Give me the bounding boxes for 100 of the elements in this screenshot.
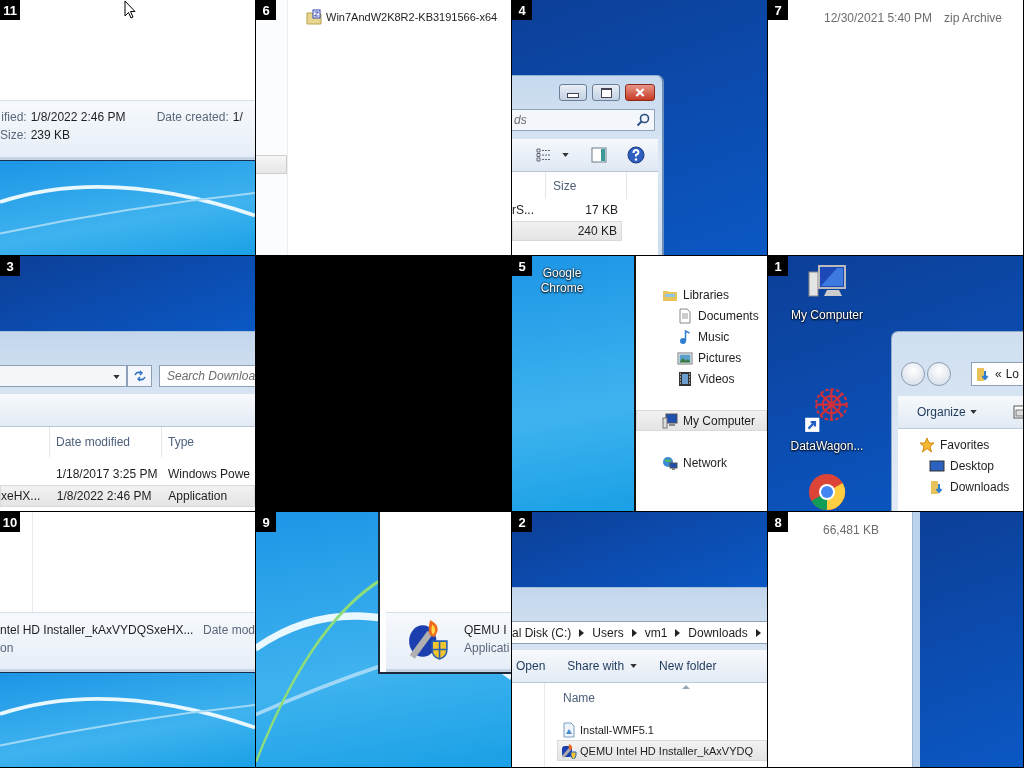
refresh-button[interactable] bbox=[127, 365, 152, 387]
breadcrumb-item[interactable]: vm1 bbox=[644, 625, 668, 640]
file-name: Install-WMF5.1 bbox=[580, 723, 654, 736]
breadcrumb-item[interactable]: Users bbox=[592, 625, 624, 640]
field-label: Date mod bbox=[203, 623, 255, 637]
file-row[interactable]: QEMU Intel HD Installer_kAxVYDQ bbox=[557, 740, 767, 761]
nav-item[interactable]: Videos bbox=[636, 368, 767, 389]
sort-arrow-icon bbox=[682, 685, 690, 689]
nav-item[interactable]: Network bbox=[636, 452, 767, 473]
film-icon bbox=[677, 370, 693, 387]
breadcrumb-item[interactable]: « bbox=[995, 367, 1002, 381]
nav-label: Videos bbox=[698, 371, 735, 386]
nav-label: Desktop bbox=[950, 458, 995, 473]
separator-arrow-icon[interactable] bbox=[579, 628, 585, 637]
caret-icon bbox=[562, 153, 569, 157]
file-row[interactable]: 1/18/2017 3:25 PM Windows Powe bbox=[0, 464, 255, 484]
file-date: 1/8/2022 2:46 PM bbox=[56, 489, 153, 503]
caret-icon bbox=[969, 410, 977, 414]
field-value: 1/8/2022 2:46 PM bbox=[30, 110, 127, 124]
separator-arrow-icon[interactable] bbox=[675, 628, 681, 637]
nav-label: Network bbox=[683, 455, 727, 470]
column-header[interactable]: Name bbox=[563, 691, 595, 705]
file-row[interactable]: 240 KB bbox=[512, 221, 622, 241]
search-icon bbox=[636, 113, 650, 127]
column-header[interactable]: Type bbox=[161, 427, 194, 457]
breadcrumb-item[interactable]: Lo bbox=[1005, 367, 1020, 381]
separator-arrow-icon[interactable] bbox=[631, 628, 637, 637]
file-date: 12/30/2021 5:40 PM bbox=[824, 11, 933, 25]
view-options-icon[interactable] bbox=[536, 148, 552, 162]
file-name: ntel HD Installer_kAxVYDQSxeHX... bbox=[0, 623, 194, 637]
file-type: Applicati bbox=[464, 641, 510, 655]
maximize-button[interactable] bbox=[592, 84, 620, 101]
field-label: Size: bbox=[0, 128, 27, 142]
minimize-button[interactable] bbox=[559, 84, 587, 101]
desktop-icon-label[interactable]: DataWagon... bbox=[790, 439, 864, 453]
download-folder-icon bbox=[929, 478, 945, 495]
column-header[interactable]: Date modified bbox=[49, 427, 161, 457]
preview-pane-icon[interactable] bbox=[591, 147, 607, 163]
breadcrumb-item[interactable]: Downloads bbox=[688, 625, 748, 640]
nav-item[interactable]: Desktop bbox=[898, 455, 1023, 476]
nav-item[interactable]: Pictures bbox=[636, 347, 767, 368]
scrollbar[interactable] bbox=[256, 155, 287, 174]
close-icon bbox=[635, 88, 645, 97]
breadcrumb-item[interactable]: al Disk (C:) bbox=[512, 625, 572, 640]
address-bar[interactable]: al Disk (C:) Users vm1 Downloads bbox=[512, 621, 767, 644]
desktop-icon-label[interactable]: My Computer bbox=[791, 308, 863, 322]
zip-file-icon bbox=[306, 9, 322, 25]
file-size: 66,481 KB bbox=[823, 523, 880, 537]
file-row[interactable]: Win7AndW2K8R2-KB3191566-x64 bbox=[306, 9, 498, 25]
toolbar-button[interactable]: Share with bbox=[567, 659, 638, 673]
caret-icon bbox=[113, 375, 120, 379]
refresh-icon bbox=[132, 369, 147, 383]
toolbar-button[interactable]: Open bbox=[516, 659, 546, 673]
tile-number: 8 bbox=[768, 512, 788, 532]
file-row[interactable]: Install-WMF5.1 bbox=[557, 719, 767, 740]
file-type: on bbox=[0, 641, 14, 655]
file-row[interactable]: rS... 17 KB bbox=[512, 200, 622, 220]
tile-number: 6 bbox=[256, 0, 276, 20]
search-field[interactable]: Search Downloa bbox=[159, 365, 255, 387]
nav-item[interactable]: Music bbox=[636, 326, 767, 347]
nav-label: Downloads bbox=[950, 479, 1010, 494]
tile-number: 2 bbox=[512, 512, 532, 532]
search-field[interactable]: ds bbox=[512, 109, 655, 131]
tile-number: 10 bbox=[0, 512, 20, 532]
file-name: QEMU I bbox=[464, 623, 507, 637]
installer-icon bbox=[561, 742, 577, 759]
nav-item[interactable]: My Computer bbox=[636, 410, 767, 431]
nav-label: Libraries bbox=[683, 287, 730, 302]
starburst-icon[interactable] bbox=[803, 385, 851, 433]
installer-icon bbox=[407, 618, 449, 660]
field-value: 1/ bbox=[232, 110, 243, 124]
caret-icon bbox=[630, 664, 638, 668]
tile-number: 7 bbox=[768, 0, 788, 20]
file-name: Win7AndW2K8R2-KB3191566-x64 bbox=[326, 11, 498, 23]
file-type: Windows Powe bbox=[168, 467, 252, 481]
organize-button[interactable]: Organize bbox=[917, 405, 977, 419]
desktop-icon bbox=[929, 457, 945, 474]
file-name: rS... bbox=[512, 203, 534, 217]
tile-number: 1 bbox=[768, 256, 788, 276]
field-label: Date created: bbox=[156, 110, 229, 124]
network-icon bbox=[662, 454, 678, 471]
field-label: ified: bbox=[1, 110, 27, 124]
nav-item[interactable]: Downloads bbox=[898, 476, 1023, 497]
help-icon[interactable] bbox=[627, 146, 645, 164]
star-icon bbox=[919, 436, 935, 453]
nav-item[interactable]: Favorites bbox=[898, 434, 1023, 455]
address-bar[interactable]: « Lo bbox=[971, 362, 1023, 386]
nav-item[interactable]: Libraries bbox=[636, 284, 767, 305]
tile-number: 4 bbox=[512, 0, 532, 20]
column-header[interactable]: Size bbox=[546, 178, 577, 193]
file-name: QEMU Intel HD Installer_kAxVYDQ bbox=[580, 744, 753, 757]
file-size: 240 KB bbox=[577, 224, 617, 238]
toolbar-button[interactable]: New folder bbox=[659, 659, 717, 673]
tile-number: 11 bbox=[0, 0, 20, 20]
separator-arrow-icon[interactable] bbox=[755, 628, 761, 637]
chrome-icon[interactable] bbox=[807, 472, 847, 511]
close-button[interactable] bbox=[625, 84, 655, 101]
nav-item[interactable]: Documents bbox=[636, 305, 767, 326]
file-row[interactable]: xeHX... 1/8/2022 2:46 PM Application bbox=[0, 485, 255, 507]
tile-number: 3 bbox=[0, 256, 20, 276]
